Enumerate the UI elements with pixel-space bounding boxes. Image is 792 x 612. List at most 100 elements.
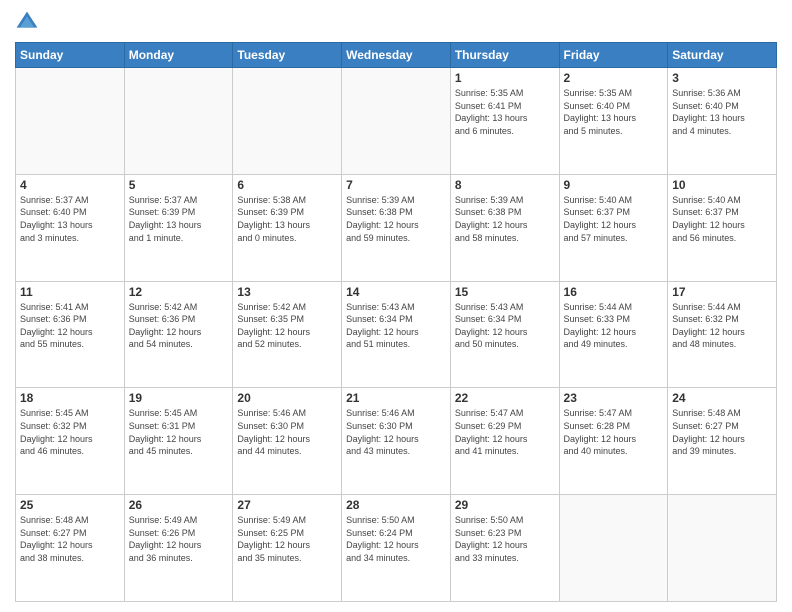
day-cell: 12 Sunrise: 5:42 AM Sunset: 6:36 PM Dayli… — [124, 281, 233, 388]
day-cell: 17Sunrise: 5:44 AM Sunset: 6:32 PM Dayli… — [668, 281, 777, 388]
day-cell: 7 Sunrise: 5:39 AM Sunset: 6:38 PM Daylig… — [342, 174, 451, 281]
day-cell — [559, 495, 668, 602]
day-number: 25 — [20, 498, 120, 512]
day-info: Sunrise: 5:40 AM Sunset: 6:37 PM Dayligh… — [672, 194, 772, 244]
calendar-page: SundayMondayTuesdayWednesdayThursdayFrid… — [0, 0, 792, 612]
day-info: Sunrise: 5:42 AM Sunset: 6:36 PM Dayligh… — [129, 301, 229, 351]
week-row-4: 25 Sunrise: 5:48 AM Sunset: 6:27 PM Dayli… — [16, 495, 777, 602]
day-header-monday: Monday — [124, 43, 233, 68]
day-number: 7 — [346, 178, 446, 192]
day-number: 26 — [129, 498, 229, 512]
day-info: Sunrise: 5:42 AM Sunset: 6:35 PM Dayligh… — [237, 301, 337, 351]
day-number: 1 — [455, 71, 555, 85]
day-cell: 4Sunrise: 5:37 AM Sunset: 6:40 PM Daylig… — [16, 174, 125, 281]
day-header-wednesday: Wednesday — [342, 43, 451, 68]
day-number: 16 — [564, 285, 664, 299]
day-cell: 27 Sunrise: 5:49 AM Sunset: 6:25 PM Dayli… — [233, 495, 342, 602]
day-number: 15 — [455, 285, 555, 299]
day-cell: 5 Sunrise: 5:37 AM Sunset: 6:39 PM Daylig… — [124, 174, 233, 281]
day-info: Sunrise: 5:45 AM Sunset: 6:32 PM Dayligh… — [20, 407, 120, 457]
day-cell: 15 Sunrise: 5:43 AM Sunset: 6:34 PM Dayli… — [450, 281, 559, 388]
day-info: Sunrise: 5:43 AM Sunset: 6:34 PM Dayligh… — [346, 301, 446, 351]
day-info: Sunrise: 5:50 AM Sunset: 6:24 PM Dayligh… — [346, 514, 446, 564]
day-number: 13 — [237, 285, 337, 299]
header — [15, 10, 777, 34]
day-info: Sunrise: 5:48 AM Sunset: 6:27 PM Dayligh… — [20, 514, 120, 564]
day-cell — [342, 68, 451, 175]
day-info: Sunrise: 5:39 AM Sunset: 6:38 PM Dayligh… — [346, 194, 446, 244]
day-info: Sunrise: 5:46 AM Sunset: 6:30 PM Dayligh… — [237, 407, 337, 457]
day-info: Sunrise: 5:44 AM Sunset: 6:32 PM Dayligh… — [672, 301, 772, 351]
day-cell — [233, 68, 342, 175]
day-cell: 28 Sunrise: 5:50 AM Sunset: 6:24 PM Dayli… — [342, 495, 451, 602]
day-info: Sunrise: 5:50 AM Sunset: 6:23 PM Dayligh… — [455, 514, 555, 564]
day-cell: 22 Sunrise: 5:47 AM Sunset: 6:29 PM Dayli… — [450, 388, 559, 495]
day-number: 5 — [129, 178, 229, 192]
day-number: 11 — [20, 285, 120, 299]
day-info: Sunrise: 5:35 AM Sunset: 6:41 PM Dayligh… — [455, 87, 555, 137]
logo — [15, 10, 43, 34]
day-cell: 18 Sunrise: 5:45 AM Sunset: 6:32 PM Dayli… — [16, 388, 125, 495]
week-row-3: 18 Sunrise: 5:45 AM Sunset: 6:32 PM Dayli… — [16, 388, 777, 495]
day-number: 27 — [237, 498, 337, 512]
week-row-1: 4Sunrise: 5:37 AM Sunset: 6:40 PM Daylig… — [16, 174, 777, 281]
day-info: Sunrise: 5:49 AM Sunset: 6:26 PM Dayligh… — [129, 514, 229, 564]
day-number: 28 — [346, 498, 446, 512]
day-number: 18 — [20, 391, 120, 405]
day-number: 6 — [237, 178, 337, 192]
day-info: Sunrise: 5:43 AM Sunset: 6:34 PM Dayligh… — [455, 301, 555, 351]
day-info: Sunrise: 5:48 AM Sunset: 6:27 PM Dayligh… — [672, 407, 772, 457]
day-info: Sunrise: 5:49 AM Sunset: 6:25 PM Dayligh… — [237, 514, 337, 564]
day-info: Sunrise: 5:47 AM Sunset: 6:28 PM Dayligh… — [564, 407, 664, 457]
day-header-thursday: Thursday — [450, 43, 559, 68]
day-number: 20 — [237, 391, 337, 405]
day-info: Sunrise: 5:47 AM Sunset: 6:29 PM Dayligh… — [455, 407, 555, 457]
day-info: Sunrise: 5:38 AM Sunset: 6:39 PM Dayligh… — [237, 194, 337, 244]
day-number: 12 — [129, 285, 229, 299]
day-cell: 6 Sunrise: 5:38 AM Sunset: 6:39 PM Daylig… — [233, 174, 342, 281]
day-info: Sunrise: 5:39 AM Sunset: 6:38 PM Dayligh… — [455, 194, 555, 244]
day-cell: 25 Sunrise: 5:48 AM Sunset: 6:27 PM Dayli… — [16, 495, 125, 602]
day-cell: 2 Sunrise: 5:35 AM Sunset: 6:40 PM Daylig… — [559, 68, 668, 175]
day-cell — [16, 68, 125, 175]
day-number: 3 — [672, 71, 772, 85]
day-cell: 23Sunrise: 5:47 AM Sunset: 6:28 PM Dayli… — [559, 388, 668, 495]
day-cell: 14Sunrise: 5:43 AM Sunset: 6:34 PM Dayli… — [342, 281, 451, 388]
day-number: 21 — [346, 391, 446, 405]
day-header-friday: Friday — [559, 43, 668, 68]
day-cell: 9 Sunrise: 5:40 AM Sunset: 6:37 PM Daylig… — [559, 174, 668, 281]
day-info: Sunrise: 5:45 AM Sunset: 6:31 PM Dayligh… — [129, 407, 229, 457]
day-number: 24 — [672, 391, 772, 405]
day-info: Sunrise: 5:36 AM Sunset: 6:40 PM Dayligh… — [672, 87, 772, 137]
week-row-0: 1 Sunrise: 5:35 AM Sunset: 6:41 PM Daylig… — [16, 68, 777, 175]
day-cell: 26 Sunrise: 5:49 AM Sunset: 6:26 PM Dayli… — [124, 495, 233, 602]
day-info: Sunrise: 5:41 AM Sunset: 6:36 PM Dayligh… — [20, 301, 120, 351]
day-cell: 21 Sunrise: 5:46 AM Sunset: 6:30 PM Dayli… — [342, 388, 451, 495]
day-number: 9 — [564, 178, 664, 192]
day-cell: 13 Sunrise: 5:42 AM Sunset: 6:35 PM Dayli… — [233, 281, 342, 388]
day-number: 29 — [455, 498, 555, 512]
week-row-2: 11 Sunrise: 5:41 AM Sunset: 6:36 PM Dayli… — [16, 281, 777, 388]
logo-icon — [15, 10, 39, 34]
day-cell: 16Sunrise: 5:44 AM Sunset: 6:33 PM Dayli… — [559, 281, 668, 388]
day-header-saturday: Saturday — [668, 43, 777, 68]
day-cell: 24 Sunrise: 5:48 AM Sunset: 6:27 PM Dayli… — [668, 388, 777, 495]
day-cell — [124, 68, 233, 175]
day-cell: 11 Sunrise: 5:41 AM Sunset: 6:36 PM Dayli… — [16, 281, 125, 388]
day-number: 2 — [564, 71, 664, 85]
day-number: 22 — [455, 391, 555, 405]
day-number: 8 — [455, 178, 555, 192]
day-info: Sunrise: 5:35 AM Sunset: 6:40 PM Dayligh… — [564, 87, 664, 137]
day-info: Sunrise: 5:37 AM Sunset: 6:39 PM Dayligh… — [129, 194, 229, 244]
day-cell: 8 Sunrise: 5:39 AM Sunset: 6:38 PM Daylig… — [450, 174, 559, 281]
day-cell: 19 Sunrise: 5:45 AM Sunset: 6:31 PM Dayli… — [124, 388, 233, 495]
day-info: Sunrise: 5:40 AM Sunset: 6:37 PM Dayligh… — [564, 194, 664, 244]
day-number: 10 — [672, 178, 772, 192]
day-cell: 3 Sunrise: 5:36 AM Sunset: 6:40 PM Daylig… — [668, 68, 777, 175]
header-row: SundayMondayTuesdayWednesdayThursdayFrid… — [16, 43, 777, 68]
day-header-sunday: Sunday — [16, 43, 125, 68]
day-info: Sunrise: 5:46 AM Sunset: 6:30 PM Dayligh… — [346, 407, 446, 457]
day-number: 19 — [129, 391, 229, 405]
calendar-table: SundayMondayTuesdayWednesdayThursdayFrid… — [15, 42, 777, 602]
day-info: Sunrise: 5:37 AM Sunset: 6:40 PM Dayligh… — [20, 194, 120, 244]
